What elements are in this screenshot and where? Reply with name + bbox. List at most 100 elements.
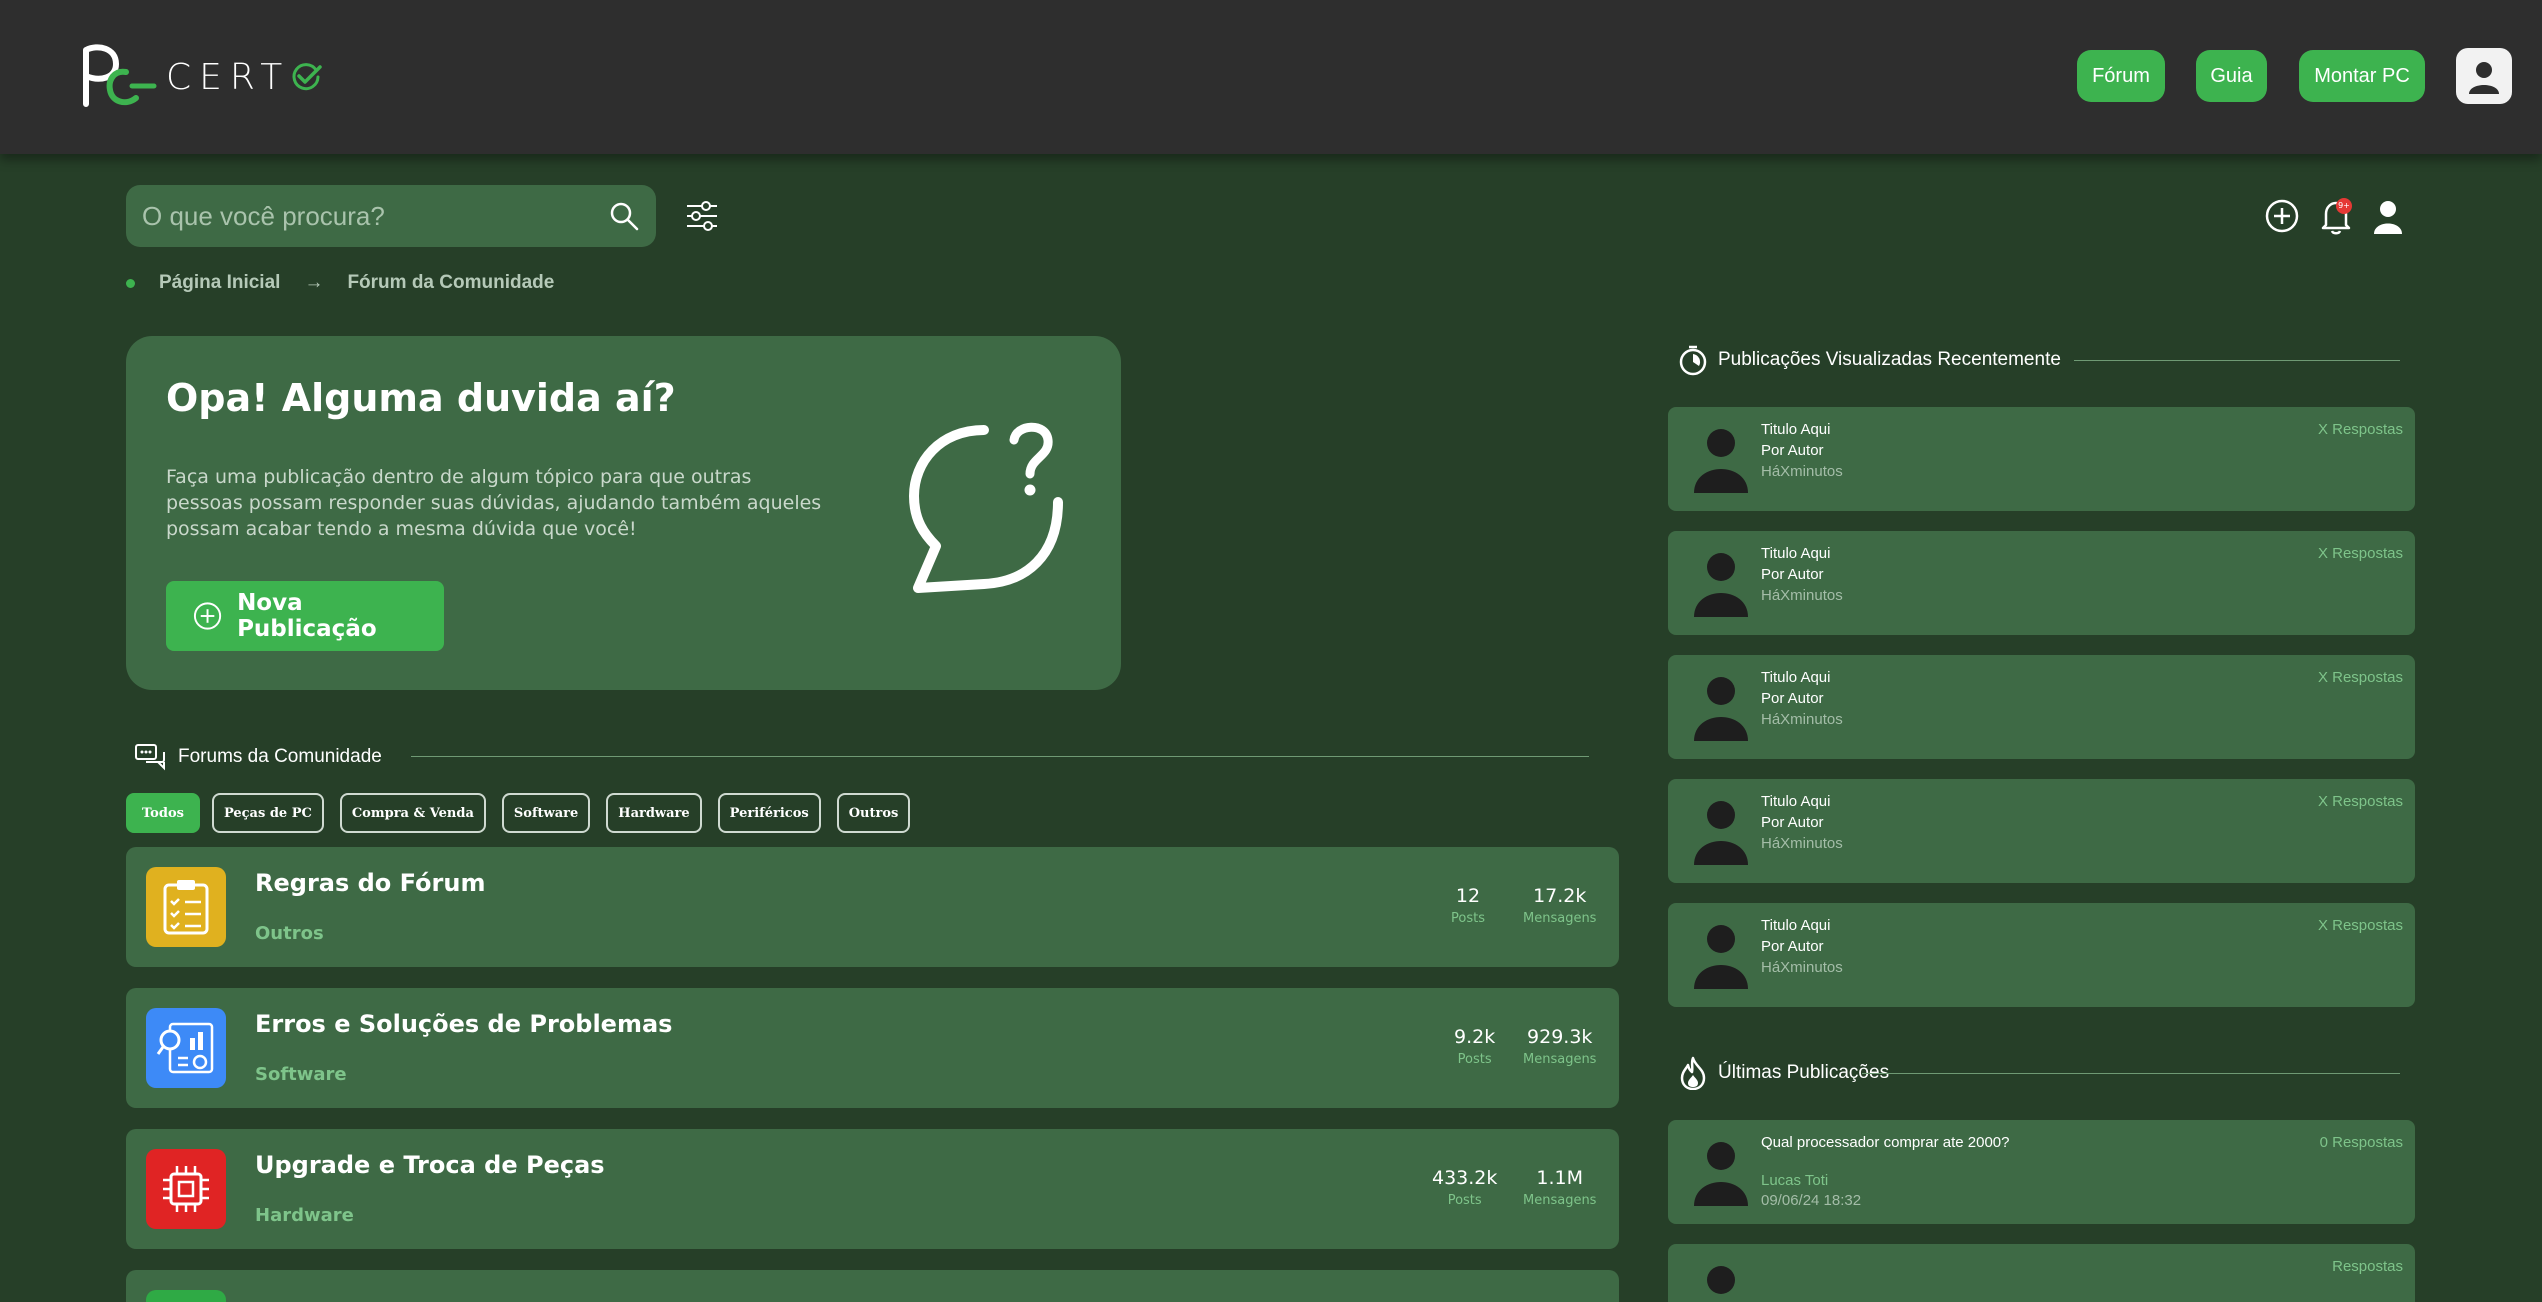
post-time: HáXminutos <box>1761 711 1843 728</box>
post-replies: Respostas <box>2332 1258 2403 1275</box>
avatar-icon <box>1694 1142 1748 1206</box>
post-title: Titulo Aqui <box>1761 545 1831 562</box>
cpu-icon <box>146 1149 226 1229</box>
recent-heading-text: Publicações Visualizadas Recentemente <box>1718 349 2061 370</box>
new-post-banner: Opa! Alguma duvida aí? Faça uma publicaç… <box>126 336 1121 690</box>
latest-post-item[interactable]: Respostas <box>1668 1244 2415 1302</box>
nav-guide-button[interactable]: Guia <box>2196 50 2267 102</box>
forum-filter-chips: Todos Peças de PC Compra & Venda Softwar… <box>126 793 926 833</box>
banner-title: Opa! Alguma duvida aí? <box>166 376 676 420</box>
posts-label: Posts <box>1451 911 1485 926</box>
search-icon[interactable] <box>608 200 640 232</box>
post-time: HáXminutos <box>1761 463 1843 480</box>
forum-posts: 9.2k Posts <box>1454 1026 1495 1067</box>
forum-category: Hardware <box>255 1205 354 1226</box>
filter-todos[interactable]: Todos <box>126 793 200 833</box>
analytics-icon <box>146 1008 226 1088</box>
filter-compra-venda[interactable]: Compra & Venda <box>339 793 486 833</box>
recent-post-item[interactable]: Titulo Aqui Por Autor HáXminutos X Respo… <box>1668 531 2415 635</box>
profile-icon[interactable] <box>2370 198 2406 236</box>
pc-logo-icon <box>83 44 157 107</box>
forum-icon <box>146 1290 226 1302</box>
messages-count: 1.1M <box>1536 1167 1584 1189</box>
forum-category: Software <box>255 1064 347 1085</box>
logo-text: CERT <box>166 56 291 98</box>
messages-count: 17.2k <box>1533 885 1587 907</box>
search-bar <box>126 185 656 247</box>
forum-category: Outros <box>255 923 324 944</box>
fire-icon <box>1680 1056 1706 1090</box>
forum-title[interactable]: Upgrade e Troca de Peças <box>255 1151 605 1179</box>
filter-pecas-de-pc[interactable]: Peças de PC <box>211 793 324 833</box>
avatar-icon <box>1694 925 1748 989</box>
filter-icon[interactable] <box>684 198 720 234</box>
user-icon <box>2469 62 2499 94</box>
forum-messages: 1.1M Mensagens <box>1523 1167 1596 1208</box>
forum-item[interactable]: Erros e Soluções de Problemas Software 9… <box>126 988 1619 1108</box>
filter-software[interactable]: Software <box>501 793 591 833</box>
posts-label: Posts <box>1457 1052 1492 1067</box>
forum-item[interactable]: Upgrade e Troca de Peças Hardware 433.2k… <box>126 1129 1619 1249</box>
avatar-icon <box>1694 429 1748 493</box>
search-input[interactable] <box>142 195 582 237</box>
messages-count: 929.3k <box>1527 1026 1593 1048</box>
post-author: Por Autor <box>1761 442 1824 459</box>
post-title: Titulo Aqui <box>1761 917 1831 934</box>
avatar-icon <box>1707 1266 1735 1294</box>
filter-perifericos[interactable]: Periféricos <box>717 793 821 833</box>
latest-post-item[interactable]: Qual processador comprar ate 2000? Lucas… <box>1668 1120 2415 1224</box>
post-author: Por Autor <box>1761 938 1824 955</box>
post-title: Titulo Aqui <box>1761 669 1831 686</box>
filter-outros[interactable]: Outros <box>836 793 911 833</box>
clipboard-icon <box>146 867 226 947</box>
recent-post-item[interactable]: Titulo Aqui Por Autor HáXminutos X Respo… <box>1668 903 2415 1007</box>
post-time: HáXminutos <box>1761 587 1843 604</box>
latest-heading: Últimas Publicações <box>1678 1056 1889 1090</box>
latest-divider <box>1862 1073 2400 1074</box>
forum-item[interactable] <box>126 1270 1619 1302</box>
recent-post-item[interactable]: Titulo Aqui Por Autor HáXminutos X Respo… <box>1668 655 2415 759</box>
forum-title[interactable]: Regras do Fórum <box>255 869 485 897</box>
post-author: Lucas Toti <box>1761 1172 1829 1189</box>
breadcrumb-current[interactable]: Fórum da Comunidade <box>347 272 554 294</box>
forums-heading-text: Forums da Comunidade <box>178 746 382 767</box>
messages-label: Mensagens <box>1523 911 1597 926</box>
new-post-button[interactable]: Nova Publicação <box>166 581 444 651</box>
post-author: Por Autor <box>1761 814 1824 831</box>
forum-messages: 17.2k Mensagens <box>1523 885 1596 926</box>
recent-post-item[interactable]: Titulo Aqui Por Autor HáXminutos X Respo… <box>1668 407 2415 511</box>
avatar-icon <box>1694 553 1748 617</box>
forum-item[interactable]: Regras do Fórum Outros 12 Posts 17.2k Me… <box>126 847 1619 967</box>
post-replies: X Respostas <box>2317 669 2403 686</box>
plus-circle-icon <box>193 602 222 630</box>
nav-build-pc-button[interactable]: Montar PC <box>2299 50 2425 102</box>
posts-count: 433.2k <box>1432 1167 1498 1189</box>
forum-messages: 929.3k Mensagens <box>1523 1026 1596 1067</box>
post-author: Por Autor <box>1761 566 1824 583</box>
filter-hardware[interactable]: Hardware <box>606 793 702 833</box>
add-post-icon[interactable] <box>2264 198 2300 234</box>
chat-bubbles-icon <box>135 744 165 771</box>
pc-certo-logo[interactable]: CERT <box>80 42 323 112</box>
post-time: HáXminutos <box>1761 959 1843 976</box>
recent-divider <box>2074 360 2400 361</box>
post-title: Qual processador comprar ate 2000? <box>1761 1134 2010 1151</box>
nav-forum-button[interactable]: Fórum <box>2077 50 2165 102</box>
breadcrumb-dot <box>126 278 135 288</box>
recent-post-item[interactable]: Titulo Aqui Por Autor HáXminutos X Respo… <box>1668 779 2415 883</box>
new-post-button-label: Nova Publicação <box>237 590 377 642</box>
forum-title[interactable]: Erros e Soluções de Problemas <box>255 1010 672 1038</box>
breadcrumb-home[interactable]: Página Inicial <box>159 272 280 294</box>
top-navbar: CERT Fórum Guia Montar PC <box>0 0 2542 154</box>
post-time: HáXminutos <box>1761 835 1843 852</box>
messages-label: Mensagens <box>1523 1052 1597 1067</box>
notification-badge: 9+ <box>2336 198 2352 214</box>
post-title: Titulo Aqui <box>1761 421 1831 438</box>
post-author: Por Autor <box>1761 690 1824 707</box>
post-replies: X Respostas <box>2317 793 2403 810</box>
post-replies: X Respostas <box>2317 421 2403 438</box>
posts-label: Posts <box>1447 1193 1482 1208</box>
post-replies: 0 Respostas <box>2319 1134 2403 1151</box>
question-chat-icon <box>909 422 1063 593</box>
user-avatar[interactable] <box>2456 48 2512 104</box>
